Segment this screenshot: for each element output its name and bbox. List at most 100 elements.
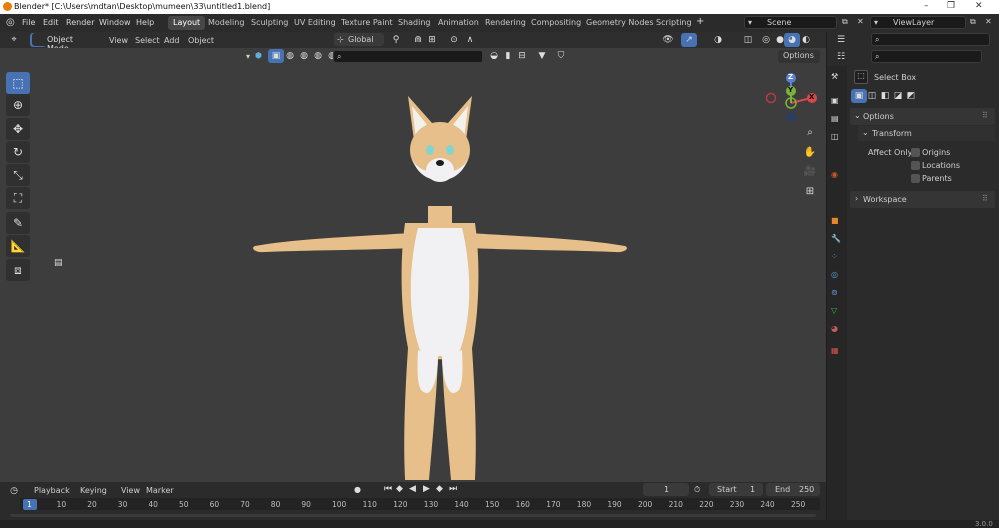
mode-intersect-icon[interactable]: ◩ bbox=[903, 89, 919, 103]
modifier-tab-icon[interactable]: 🔧 bbox=[831, 234, 841, 243]
blender-menu-icon[interactable]: ◎ bbox=[6, 17, 15, 28]
marker-menu[interactable]: Marker bbox=[146, 486, 174, 495]
play-icon[interactable]: ▶ bbox=[423, 484, 430, 494]
3d-viewport[interactable]: ▾ ⬢ ▣ ◍ ◍ ◍ ◍ ⌕ ◒ ▮ ⊟ ▼ ⛉ Options ⬚ ⊕ ✥ … bbox=[0, 48, 826, 482]
snap-target-icon[interactable]: ⊞ bbox=[424, 33, 440, 47]
new-scene-icon[interactable]: ⧉ bbox=[842, 17, 848, 27]
render-tab-icon[interactable]: ▣ bbox=[831, 96, 839, 105]
close-button[interactable]: ✕ bbox=[975, 1, 983, 11]
remove-viewlayer-icon[interactable]: ✕ bbox=[985, 17, 992, 26]
properties-search-input[interactable]: ⌕ bbox=[871, 50, 982, 63]
maximize-button[interactable]: ❐ bbox=[947, 1, 955, 11]
record-icon[interactable]: ● bbox=[354, 485, 361, 494]
fox-model[interactable] bbox=[240, 88, 640, 480]
parents-checkbox[interactable] bbox=[911, 174, 920, 183]
filter-icon[interactable]: ▼ bbox=[534, 49, 550, 63]
view-menu[interactable]: View bbox=[121, 486, 140, 495]
move-tool[interactable]: ✥ bbox=[6, 118, 30, 140]
measure-tool[interactable]: 📐 bbox=[6, 235, 30, 257]
options-panel-header[interactable]: ⌄ Options ⠿ bbox=[850, 108, 995, 125]
playback-menu[interactable]: Playback bbox=[34, 486, 70, 495]
tab-scripting[interactable]: Scripting bbox=[651, 16, 697, 30]
scene-tab-icon[interactable]: ◉ bbox=[831, 170, 838, 179]
drag-handle-icon-2[interactable]: ⠿ bbox=[982, 194, 988, 203]
stopwatch-icon[interactable]: ⏱ bbox=[694, 485, 700, 495]
overlay-toggle-icon[interactable]: ◑ bbox=[710, 33, 726, 47]
physics-tab-icon[interactable]: ◎ bbox=[831, 270, 838, 279]
remove-scene-icon[interactable]: ✕ bbox=[857, 17, 864, 26]
tab-layout[interactable]: Layout bbox=[168, 16, 206, 30]
visibility-icon[interactable]: 👁 bbox=[660, 33, 676, 47]
minimize-button[interactable]: – bbox=[924, 1, 929, 11]
texture-tab-icon[interactable]: ▦ bbox=[831, 346, 839, 355]
jump-end-icon[interactable]: ⏭ bbox=[449, 484, 457, 494]
shield-icon[interactable]: ⛉ bbox=[553, 49, 569, 63]
shading-sphere-icon[interactable]: ⬢ bbox=[255, 51, 262, 60]
tab-sculpting[interactable]: Sculpting bbox=[246, 16, 293, 30]
view-layer-tab-icon[interactable]: ◫ bbox=[831, 132, 839, 141]
menu-edit[interactable]: Edit bbox=[43, 18, 59, 27]
current-frame-field[interactable]: 1 bbox=[643, 483, 689, 496]
scene-selector[interactable]: ▾ Scene bbox=[744, 16, 837, 29]
viewlayer-selector[interactable]: ▾ ViewLayer bbox=[870, 16, 966, 29]
rendered-shading-icon[interactable]: ◐ bbox=[798, 33, 814, 47]
origins-checkbox[interactable] bbox=[911, 148, 920, 157]
tool-tab-icon[interactable]: ⚒ bbox=[831, 72, 838, 81]
outliner-editor-icon[interactable]: ☰ bbox=[833, 33, 849, 47]
prev-keyframe-icon[interactable]: ◆ bbox=[396, 484, 403, 494]
options-dropdown[interactable]: Options bbox=[778, 50, 820, 63]
add-workspace-button[interactable]: + bbox=[696, 16, 704, 27]
workspace-panel-header[interactable]: › Workspace ⠿ bbox=[850, 191, 995, 208]
select-box-tool[interactable]: ⬚ bbox=[6, 72, 30, 94]
transform-tool[interactable]: ⛶ bbox=[6, 187, 30, 209]
camera-view-icon[interactable]: 🎥 bbox=[801, 163, 819, 181]
outliner-search-input[interactable]: ⌕ bbox=[871, 33, 990, 46]
mode-selector[interactable]: Object Mode bbox=[32, 33, 94, 53]
object-type-visibility-icon[interactable]: ▾ bbox=[246, 52, 250, 61]
material-tab-icon[interactable]: ◕ bbox=[831, 324, 838, 333]
pan-hand-icon[interactable]: ✋ bbox=[801, 144, 819, 162]
proportional-edit-icon[interactable]: ⊙ bbox=[446, 33, 462, 47]
end-frame-field[interactable]: End 250 bbox=[766, 483, 820, 496]
gizmo-toggle-icon[interactable]: ↗ bbox=[681, 33, 697, 47]
tab-shading[interactable]: Shading bbox=[393, 16, 436, 30]
tab-modeling[interactable]: Modeling bbox=[203, 16, 249, 30]
data-tab-icon[interactable]: ▽ bbox=[831, 306, 837, 315]
perspective-grid-icon[interactable]: ⊞ bbox=[801, 183, 819, 201]
menu-render[interactable]: Render bbox=[66, 18, 94, 27]
zoom-icon[interactable]: ⌕ bbox=[801, 124, 819, 142]
timeline-editor-icon[interactable]: ◷ bbox=[6, 484, 22, 498]
add-cube-tool[interactable]: ⧈ bbox=[6, 259, 30, 281]
annotate-tool[interactable]: ✎ bbox=[6, 212, 30, 234]
menu-add[interactable]: Add bbox=[164, 36, 180, 45]
transform-subpanel-header[interactable]: ⌄ Transform bbox=[858, 126, 995, 141]
menu-select[interactable]: Select bbox=[135, 36, 160, 45]
tab-uv-editing[interactable]: UV Editing bbox=[289, 16, 341, 30]
start-frame-field[interactable]: Start 1 bbox=[709, 483, 763, 496]
rotate-tool[interactable]: ↻ bbox=[6, 141, 30, 163]
scale-tool[interactable]: ⤡ bbox=[6, 164, 30, 186]
navigation-gizmo[interactable]: Z Y X bbox=[764, 70, 820, 126]
cursor-tool[interactable]: ⊕ bbox=[6, 94, 30, 116]
collection-icon[interactable]: ⊟ bbox=[514, 49, 530, 63]
tab-texture-paint[interactable]: Texture Paint bbox=[336, 16, 398, 30]
jump-start-icon[interactable]: ⏮ bbox=[384, 484, 392, 494]
xray-icon[interactable]: ◫ bbox=[740, 33, 756, 47]
properties-editor-icon[interactable]: ☷ bbox=[833, 50, 849, 64]
editor-type-icon[interactable]: ⌖ bbox=[6, 33, 22, 47]
orientation-selector[interactable]: ⊹ Global bbox=[334, 33, 384, 46]
object-tab-icon[interactable]: ■ bbox=[831, 216, 839, 225]
play-reverse-icon[interactable]: ◀ bbox=[409, 484, 416, 494]
constraints-tab-icon[interactable]: ⊚ bbox=[831, 288, 838, 297]
drag-handle-icon[interactable]: ⠿ bbox=[982, 111, 988, 120]
new-viewlayer-icon[interactable]: ⧉ bbox=[970, 17, 976, 27]
viewport-search-input[interactable]: ⌕ bbox=[333, 50, 483, 63]
output-tab-icon[interactable]: ▤ bbox=[831, 114, 839, 123]
tab-compositing[interactable]: Compositing bbox=[526, 16, 586, 30]
tab-geometry-nodes[interactable]: Geometry Nodes bbox=[581, 16, 658, 30]
locations-checkbox[interactable] bbox=[911, 161, 920, 170]
tab-animation[interactable]: Animation bbox=[433, 16, 484, 30]
tab-rendering[interactable]: Rendering bbox=[480, 16, 531, 30]
particles-tab-icon[interactable]: ⁘ bbox=[831, 252, 838, 261]
timeline-scrollbar[interactable] bbox=[10, 514, 816, 517]
